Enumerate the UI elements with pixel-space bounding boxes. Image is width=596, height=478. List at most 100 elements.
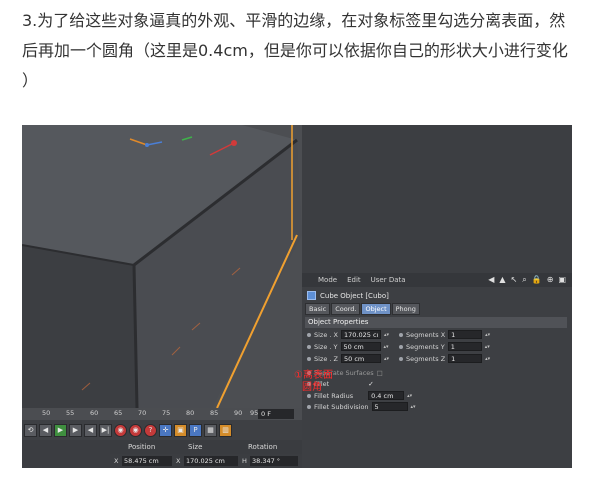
article-paragraph: 3.为了给这些对象逼真的外观、平滑的边缘，在对象标签里勾选分离表面，然 后再加一… bbox=[22, 6, 582, 96]
segments-y-field[interactable]: 1 bbox=[447, 342, 482, 351]
timeline-icon[interactable]: ▥ bbox=[219, 423, 232, 437]
cube-icon bbox=[307, 291, 316, 300]
separate-surfaces-checkbox[interactable]: □ bbox=[377, 369, 383, 377]
size-x-field[interactable]: 170.025 cı bbox=[341, 330, 381, 339]
red-annotation: ①离表面 圆角 bbox=[294, 370, 333, 394]
play-icon[interactable]: ▶ bbox=[54, 423, 67, 437]
tab-coord[interactable]: Coord. bbox=[331, 303, 361, 315]
menu-mode[interactable]: Mode bbox=[318, 276, 337, 284]
article-line: ） bbox=[22, 71, 39, 90]
go-to-end-icon[interactable]: ▶| bbox=[99, 423, 112, 437]
help-icon[interactable]: ? bbox=[144, 423, 157, 437]
timeline-tick: 50 bbox=[42, 409, 51, 417]
grid-icon[interactable]: ▦ bbox=[204, 423, 217, 437]
segments-x-label: Segments X bbox=[406, 330, 446, 339]
size-x-coord-field[interactable]: 170.025 cm bbox=[184, 456, 238, 466]
pos-x-label: X bbox=[114, 457, 119, 465]
size-label: Size bbox=[188, 443, 203, 451]
animation-dot-icon[interactable] bbox=[307, 344, 311, 349]
spinner-icon[interactable]: ▴▾ bbox=[485, 332, 490, 338]
article-line: 3.为了给这些对象逼真的外观、平滑的边缘，在对象标签里勾选分离表面，然 bbox=[22, 11, 566, 30]
3d-viewport[interactable] bbox=[22, 125, 302, 408]
fillet-radius-field[interactable]: 0.4 cm bbox=[368, 391, 405, 400]
animation-dot-icon[interactable] bbox=[399, 344, 403, 349]
animation-dot-icon[interactable] bbox=[399, 356, 403, 361]
segments-y-row: Segments Y 1 ▴▾ bbox=[399, 342, 490, 351]
tab-phong[interactable]: Phong bbox=[391, 303, 420, 315]
size-x-label: Size . X bbox=[314, 330, 338, 339]
size-y-field[interactable]: 50 cm bbox=[340, 342, 381, 351]
parameter-icon[interactable]: P bbox=[189, 423, 202, 437]
spinner-icon[interactable]: ▴▾ bbox=[384, 344, 389, 350]
fillet-subdivision-row: Fillet Subdivision 5 ▴▾ bbox=[307, 402, 416, 411]
next-key-icon[interactable]: ◀ bbox=[84, 423, 97, 437]
spinner-icon[interactable]: ▴▾ bbox=[485, 356, 490, 362]
menu-user-data[interactable]: User Data bbox=[371, 276, 406, 284]
segments-z-label: Segments Z bbox=[406, 354, 446, 363]
segments-y-label: Segments Y bbox=[406, 342, 445, 351]
cinema4d-screenshot: Mode Edit User Data ◀ ▲ ↖ ⌕ 🔒 ⊕ ▣ Cube O… bbox=[22, 125, 572, 468]
position-label: Position bbox=[128, 443, 156, 451]
timeline-tick: 75 bbox=[162, 409, 171, 417]
animation-dot-icon[interactable] bbox=[307, 332, 311, 337]
fillet-subdivision-field[interactable]: 5 bbox=[371, 402, 408, 411]
previous-key-icon[interactable]: ◀ bbox=[39, 423, 52, 437]
record-icon[interactable]: ◉ bbox=[114, 423, 127, 437]
spinner-icon[interactable]: ▴▾ bbox=[485, 344, 490, 350]
timeline-tick: 80 bbox=[186, 409, 195, 417]
autokey-icon[interactable]: ◉ bbox=[129, 423, 142, 437]
new-panel-icon[interactable]: ⊕ bbox=[547, 274, 554, 286]
segments-z-field[interactable]: 1 bbox=[448, 354, 483, 363]
animation-dot-icon[interactable] bbox=[307, 393, 311, 398]
coordinates-header: Position Size Rotation bbox=[110, 440, 302, 454]
current-frame-field[interactable]: 0 F bbox=[258, 409, 294, 419]
viewport-render bbox=[22, 125, 302, 408]
coordinates-row: X 58.475 cm X 170.025 cm H 38.347 ° bbox=[110, 454, 302, 468]
fillet-checkbox[interactable]: ✓ bbox=[368, 380, 373, 388]
object-title: Cube Object [Cubo] bbox=[304, 289, 389, 302]
timeline-tick: 70 bbox=[138, 409, 147, 417]
timeline-tick: 90 bbox=[234, 409, 243, 417]
attribute-manager: Mode Edit User Data ◀ ▲ ↖ ⌕ 🔒 ⊕ ▣ Cube O… bbox=[302, 273, 572, 468]
animation-dot-icon[interactable] bbox=[307, 404, 311, 409]
spinner-icon[interactable]: ▴▾ bbox=[384, 356, 389, 362]
attribute-tabs: Basic Coord. Object Phong bbox=[305, 303, 420, 315]
segments-x-field[interactable]: 1 bbox=[448, 330, 483, 339]
back-arrow-icon[interactable]: ◀ bbox=[488, 274, 494, 286]
tab-basic[interactable]: Basic bbox=[305, 303, 331, 315]
spinner-icon[interactable]: ▴▾ bbox=[407, 393, 412, 399]
scale-icon[interactable]: ▣ bbox=[174, 423, 187, 437]
up-arrow-icon[interactable]: ▲ bbox=[499, 274, 505, 286]
article-line: 后再加一个圆角（这里是0.4cm，但是你可以依据你自己的形状大小进行变化 bbox=[22, 41, 568, 60]
lock-icon[interactable]: 🔒 bbox=[532, 274, 542, 286]
animation-dot-icon[interactable] bbox=[399, 332, 403, 337]
timeline-tick: 60 bbox=[90, 409, 99, 417]
size-z-label: Size . Z bbox=[314, 354, 338, 363]
size-x-row: Size . X 170.025 cı ▴▾ bbox=[307, 330, 389, 339]
segments-z-row: Segments Z 1 ▴▾ bbox=[399, 354, 490, 363]
size-y-row: Size . Y 50 cm ▴▾ bbox=[307, 342, 389, 351]
window-icon[interactable]: ▣ bbox=[558, 274, 566, 286]
tab-object[interactable]: Object bbox=[361, 303, 391, 315]
segments-x-row: Segments X 1 ▴▾ bbox=[399, 330, 490, 339]
rotation-h-field[interactable]: 38.347 ° bbox=[250, 456, 298, 466]
menu-edit[interactable]: Edit bbox=[347, 276, 361, 284]
size-z-field[interactable]: 50 cm bbox=[341, 354, 381, 363]
attribute-nav-icons: ◀ ▲ ↖ ⌕ 🔒 ⊕ ▣ bbox=[488, 274, 566, 286]
position-x-field[interactable]: 58.475 cm bbox=[122, 456, 172, 466]
move-icon[interactable]: ✛ bbox=[159, 423, 172, 437]
timeline-tick: 85 bbox=[210, 409, 219, 417]
object-properties-header: Object Properties bbox=[305, 317, 567, 328]
timeline-tick: 55 bbox=[66, 409, 75, 417]
go-to-start-icon[interactable]: ⟲ bbox=[24, 423, 37, 437]
spinner-icon[interactable]: ▴▾ bbox=[411, 404, 416, 410]
annotation-line: 圆角 bbox=[302, 382, 322, 393]
animation-dot-icon[interactable] bbox=[307, 356, 311, 361]
cursor-icon[interactable]: ↖ bbox=[511, 274, 518, 286]
spinner-icon[interactable]: ▴▾ bbox=[384, 332, 389, 338]
timeline-ruler[interactable]: 50 55 60 65 70 75 80 85 90 95 0 F bbox=[22, 408, 302, 420]
search-icon[interactable]: ⌕ bbox=[522, 274, 526, 286]
annotation-line: ①离表面 bbox=[294, 370, 333, 381]
next-frame-icon[interactable]: ▶ bbox=[69, 423, 82, 437]
rotation-label: Rotation bbox=[248, 443, 278, 451]
